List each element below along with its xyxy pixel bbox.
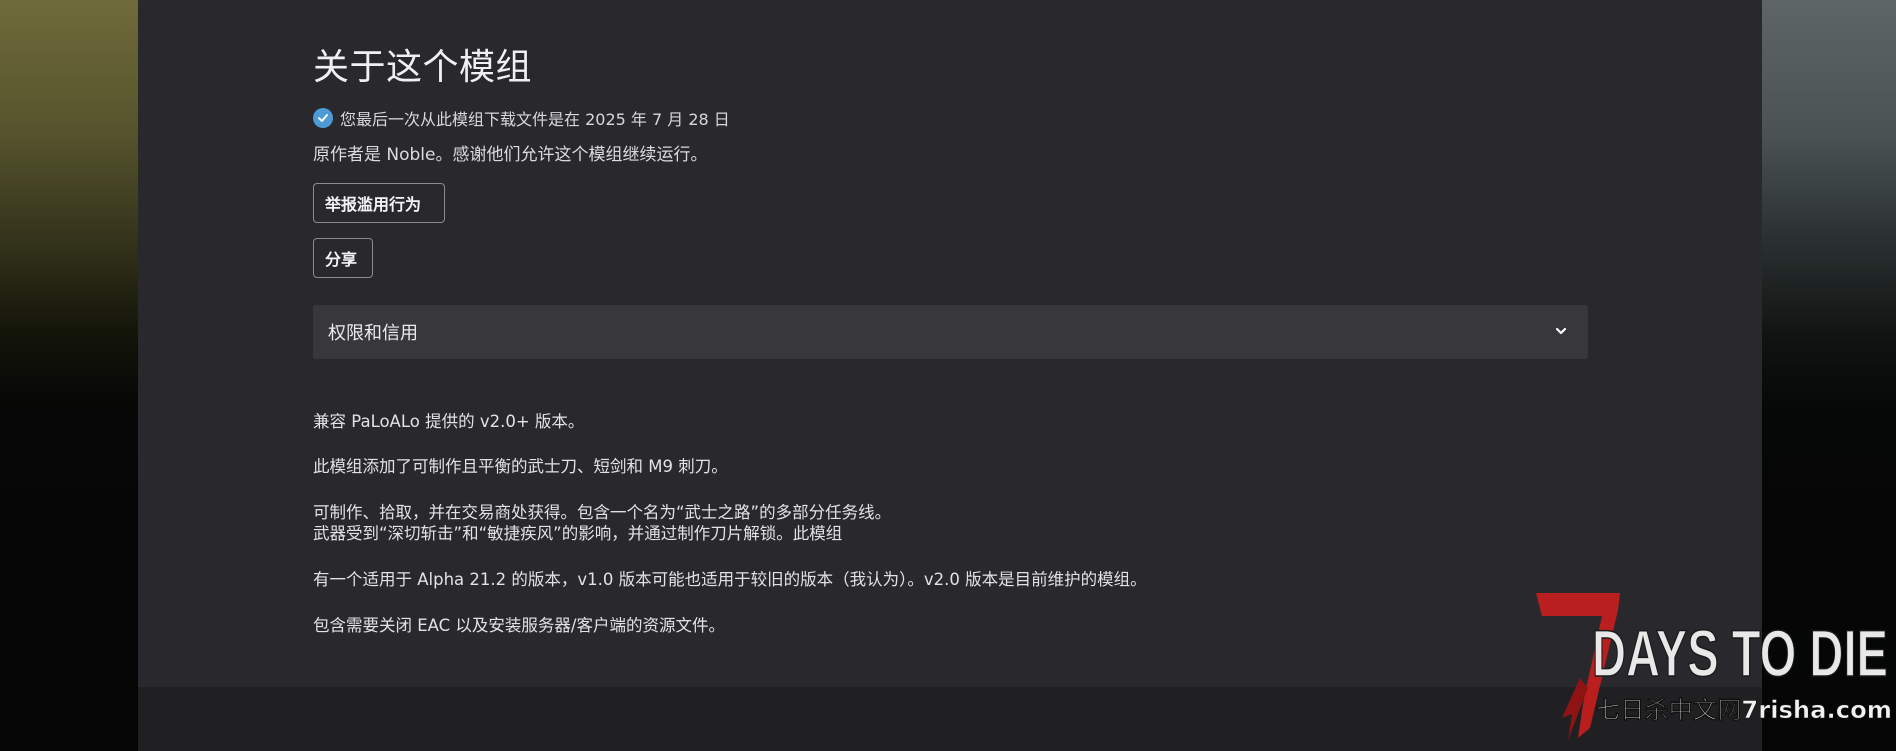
description-line: 可制作、拾取，并在交易商处获得。包含一个名为“武士之路”的多部分任务线。 <box>313 503 892 522</box>
panel-footer-strip <box>138 687 1762 751</box>
description-line: 武器受到“深切斩击”和“敏捷疾风”的影响，并通过制作刀片解锁。此模组 <box>313 524 843 543</box>
description-line: 此模组添加了可制作且平衡的武士刀、短剑和 M9 刺刀。 <box>313 457 728 476</box>
chevron-down-icon <box>1554 323 1568 342</box>
share-button[interactable]: 分享 <box>313 238 373 278</box>
logo-title-text: DAYS TO DIE <box>1592 616 1888 690</box>
description-line: 兼容 PaLoALo 提供的 v2.0+ 版本。 <box>313 412 585 431</box>
description-line: 包含需要关闭 EAC 以及安装服务器/客户端的资源文件。 <box>313 616 725 635</box>
page-title: 关于这个模组 <box>313 47 533 88</box>
report-abuse-button[interactable]: 举报滥用行为 <box>313 183 445 223</box>
accordion-label: 权限和信用 <box>328 323 418 344</box>
checkmark-icon <box>313 108 333 128</box>
game-logo-watermark: DAYS TO DIE 七日杀中文网7risha.com <box>1536 593 1892 740</box>
download-note-text: 您最后一次从此模组下载文件是在 2025 年 7 月 28 日 <box>340 110 730 129</box>
download-note: 您最后一次从此模组下载文件是在 2025 年 7 月 28 日 <box>313 107 730 129</box>
author-note: 原作者是 Noble。感谢他们允许这个模组继续运行。 <box>313 145 708 165</box>
description-line: 有一个适用于 Alpha 21.2 的版本，v1.0 版本可能也适用于较旧的版本… <box>313 570 1147 589</box>
permissions-accordion[interactable]: 权限和信用 <box>313 305 1588 359</box>
logo-subtitle-text: 七日杀中文网7risha.com <box>1596 696 1892 724</box>
background-left <box>0 0 138 751</box>
